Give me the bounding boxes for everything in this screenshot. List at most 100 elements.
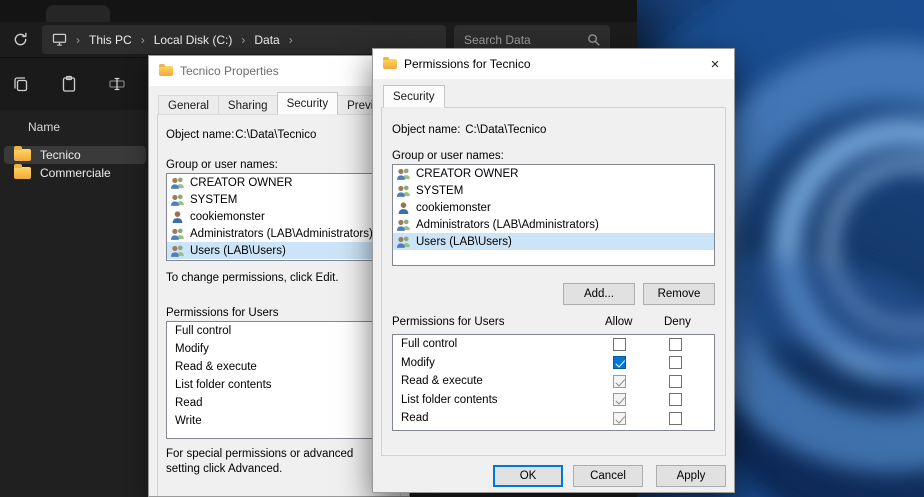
group-name: SYSTEM	[416, 185, 463, 197]
allow-checkbox	[613, 412, 626, 425]
deny-checkbox[interactable]	[669, 412, 682, 425]
allow-column-header: Allow	[605, 316, 632, 328]
permissions-checkbox-listbox: Full control Modify Read & execute List …	[392, 334, 715, 431]
close-button[interactable]: ×	[696, 49, 734, 79]
allow-checkbox[interactable]	[613, 338, 626, 351]
permission-item: Full control	[167, 322, 395, 340]
group-list-item[interactable]: CREATOR OWNER	[393, 165, 714, 182]
group-list-item[interactable]: Users (LAB\Users)	[393, 233, 714, 250]
group-name: SYSTEM	[190, 194, 237, 206]
group-icon	[170, 176, 185, 189]
properties-dialog-titlebar: Tecnico Properties	[149, 56, 409, 86]
group-icon	[396, 235, 411, 248]
tab-security[interactable]: Security	[383, 85, 445, 108]
permission-row: Full control	[393, 335, 714, 354]
search-placeholder: Search Data	[464, 33, 531, 47]
group-icon	[396, 167, 411, 180]
deny-column-header: Deny	[664, 316, 691, 328]
group-name: Users (LAB\Users)	[416, 236, 512, 248]
copy-button[interactable]	[4, 67, 38, 101]
permissions-dialog-title: Permissions for Tecnico	[404, 57, 531, 71]
permission-item: Modify	[167, 340, 395, 358]
properties-dialog: Tecnico Properties General Sharing Secur…	[148, 55, 410, 497]
advanced-hint: For special permissions or advanced sett…	[166, 447, 381, 477]
group-list-item[interactable]: SYSTEM	[393, 182, 714, 199]
folder-icon	[159, 66, 173, 76]
tab-security[interactable]: Security	[277, 92, 339, 115]
tab-sharing[interactable]: Sharing	[218, 95, 278, 115]
group-list-item[interactable]: CREATOR OWNER	[167, 174, 395, 191]
deny-checkbox[interactable]	[669, 356, 682, 369]
permission-name: Read	[401, 412, 429, 424]
search-icon	[587, 33, 600, 46]
group-list-item[interactable]: Administrators (LAB\Administrators)	[167, 225, 395, 242]
permission-row: Read	[393, 409, 714, 428]
rename-button[interactable]	[100, 67, 134, 101]
group-name: Users (LAB\Users)	[190, 245, 286, 257]
permissions-tabs: Security	[383, 85, 445, 108]
group-name: CREATOR OWNER	[416, 168, 518, 180]
user-icon	[396, 201, 411, 214]
group-name: Administrators (LAB\Administrators)	[190, 228, 373, 240]
close-icon: ×	[711, 56, 720, 73]
permission-name: Read & execute	[401, 375, 483, 387]
allow-checkbox[interactable]	[613, 430, 626, 431]
breadcrumb-separator-icon: ›	[141, 33, 145, 47]
group-icon	[170, 227, 185, 240]
explorer-tab[interactable]	[46, 5, 110, 22]
permission-row: List folder contents	[393, 391, 714, 410]
object-name-value: C:\Data\Tecnico	[235, 129, 316, 141]
properties-security-page: Object name: C:\Data\Tecnico Group or us…	[157, 114, 401, 496]
breadcrumb-data[interactable]: Data	[254, 33, 279, 47]
file-row-tecnico[interactable]: Tecnico	[4, 146, 146, 164]
deny-checkbox[interactable]	[669, 430, 682, 431]
refresh-icon	[13, 32, 28, 47]
deny-checkbox[interactable]	[669, 338, 682, 351]
object-name-row: Object name: C:\Data\Tecnico	[392, 124, 546, 136]
groups-label: Group or user names:	[166, 159, 278, 171]
apply-button[interactable]: Apply	[656, 465, 726, 487]
group-name: CREATOR OWNER	[190, 177, 292, 189]
file-row-commerciale[interactable]: Commerciale	[4, 164, 146, 182]
edit-hint: To change permissions, click Edit.	[166, 271, 339, 286]
permission-name: Write	[401, 431, 428, 432]
group-name: cookiemonster	[416, 202, 491, 214]
deny-checkbox[interactable]	[669, 393, 682, 406]
explorer-tab-strip	[0, 0, 637, 22]
cancel-button[interactable]: Cancel	[573, 465, 643, 487]
group-icon	[396, 184, 411, 197]
groups-label: Group or user names:	[392, 150, 504, 162]
permission-row: Read & execute	[393, 372, 714, 391]
group-list-item[interactable]: cookiemonster	[167, 208, 395, 225]
paste-button[interactable]	[52, 67, 86, 101]
folder-name: Tecnico	[40, 148, 81, 162]
permission-item: List folder contents	[167, 376, 395, 394]
this-pc-icon	[52, 33, 67, 46]
breadcrumb-local-disk-c[interactable]: Local Disk (C:)	[154, 33, 233, 47]
group-list-item[interactable]: cookiemonster	[393, 199, 714, 216]
group-list-item[interactable]: Users (LAB\Users)	[167, 242, 395, 259]
permission-row: Modify	[393, 354, 714, 373]
allow-checkbox	[613, 393, 626, 406]
breadcrumb-separator-icon: ›	[289, 33, 293, 47]
groups-listbox: CREATOR OWNER SYSTEM cookiemonster Admin…	[166, 173, 396, 261]
permissions-dialog: Permissions for Tecnico × Security Objec…	[372, 48, 735, 493]
allow-checkbox[interactable]	[613, 356, 626, 369]
group-icon	[396, 218, 411, 231]
permission-name: List folder contents	[401, 394, 498, 406]
breadcrumb-separator-icon: ›	[241, 33, 245, 47]
add-button[interactable]: Add...	[563, 283, 635, 305]
breadcrumb-separator-icon: ›	[76, 33, 80, 47]
deny-checkbox[interactable]	[669, 375, 682, 388]
permissions-security-page: Object name: C:\Data\Tecnico Group or us…	[381, 107, 726, 456]
paste-icon	[60, 75, 78, 93]
group-list-item[interactable]: Administrators (LAB\Administrators)	[393, 216, 714, 233]
remove-button[interactable]: Remove	[643, 283, 715, 305]
breadcrumb-this-pc[interactable]: This PC	[89, 33, 132, 47]
rename-icon	[108, 75, 126, 93]
refresh-button[interactable]	[6, 26, 34, 54]
folder-icon	[383, 59, 397, 69]
ok-button[interactable]: OK	[493, 465, 563, 487]
tab-general[interactable]: General	[158, 95, 219, 115]
group-list-item[interactable]: SYSTEM	[167, 191, 395, 208]
